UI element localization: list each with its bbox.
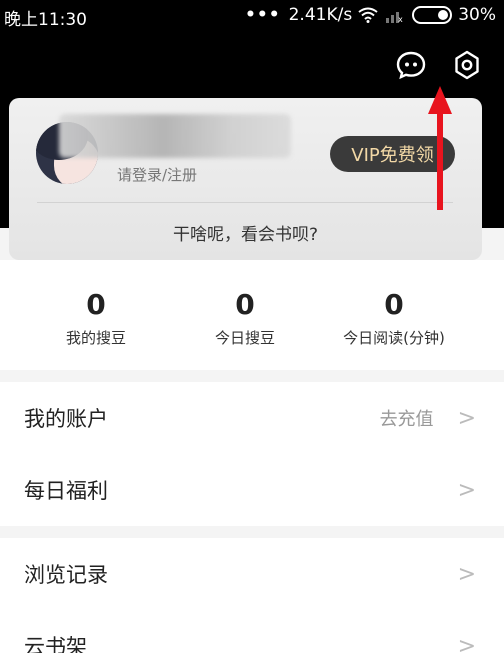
card-divider <box>37 202 453 203</box>
stat-value: 0 <box>235 288 255 321</box>
header-icons <box>394 48 484 82</box>
stat-label: 今日阅读(分钟) <box>343 329 445 347</box>
message-icon <box>396 51 426 80</box>
signal-icon: x <box>386 12 403 23</box>
network-speed: 2.41K/s <box>288 5 353 25</box>
slogan-text: 干啥呢，看会书呗? <box>172 225 319 245</box>
stat-my-beans[interactable]: 0 我的搜豆 <box>16 288 176 348</box>
menu-item-right: 去充值 > <box>380 405 476 431</box>
menu-item-browse-history[interactable]: 浏览记录 > <box>0 538 504 610</box>
svg-text:x: x <box>398 15 403 23</box>
battery-percent: 30% <box>458 5 496 25</box>
login-register-link[interactable]: 请登录/注册 <box>117 164 197 185</box>
stat-value: 0 <box>384 288 404 321</box>
gear-icon <box>455 50 479 80</box>
chevron-right-icon: > <box>457 405 476 431</box>
blurred-username <box>59 114 291 158</box>
chevron-right-icon: > <box>457 477 476 503</box>
chevron-right-icon: > <box>457 633 476 653</box>
stat-label: 今日搜豆 <box>214 329 275 347</box>
status-bar: 晚上11:30 ••• 2.41K/s x 30% <box>0 0 504 32</box>
menu-item-my-account[interactable]: 我的账户 去充值 > <box>0 382 504 454</box>
stat-today-beans[interactable]: 0 今日搜豆 <box>165 288 325 348</box>
profile-card[interactable]: 请登录/注册 VIP免费领 干啥呢，看会书呗? <box>9 98 482 260</box>
stats-panel: 0 我的搜豆 0 今日搜豆 0 今日阅读(分钟) <box>0 260 504 370</box>
menu-item-right: > <box>458 634 476 653</box>
menu-item-cloud-shelf[interactable]: 云书架 > <box>0 610 504 653</box>
battery-icon <box>412 6 453 24</box>
menu-item-label: 浏览记录 <box>24 563 108 587</box>
menu-item-right: > <box>458 562 476 587</box>
menu-group-account: 我的账户 去充值 > 每日福利 > <box>0 382 504 526</box>
stat-value: 0 <box>86 288 106 321</box>
chevron-right-icon: > <box>457 561 476 587</box>
status-time: 晚上11:30 <box>4 10 87 30</box>
annotation-arrow-icon <box>428 86 452 210</box>
more-dots-icon: ••• <box>245 5 281 25</box>
status-right: ••• 2.41K/s x 30% <box>245 5 496 25</box>
menu-item-label: 云书架 <box>24 635 87 653</box>
recharge-link[interactable]: 去充值 <box>380 405 434 431</box>
menu-item-daily-welfare[interactable]: 每日福利 > <box>0 454 504 526</box>
stat-today-reading[interactable]: 0 今日阅读(分钟) <box>314 288 474 348</box>
menu-item-label: 每日福利 <box>24 479 108 503</box>
menu-item-right: > <box>458 478 476 503</box>
menu-item-label: 我的账户 <box>24 407 108 431</box>
message-button[interactable] <box>394 48 428 82</box>
menu-group-history: 浏览记录 > 云书架 > <box>0 538 504 653</box>
wifi-icon <box>358 7 378 23</box>
settings-button[interactable] <box>450 48 484 82</box>
stat-label: 我的搜豆 <box>65 329 126 347</box>
